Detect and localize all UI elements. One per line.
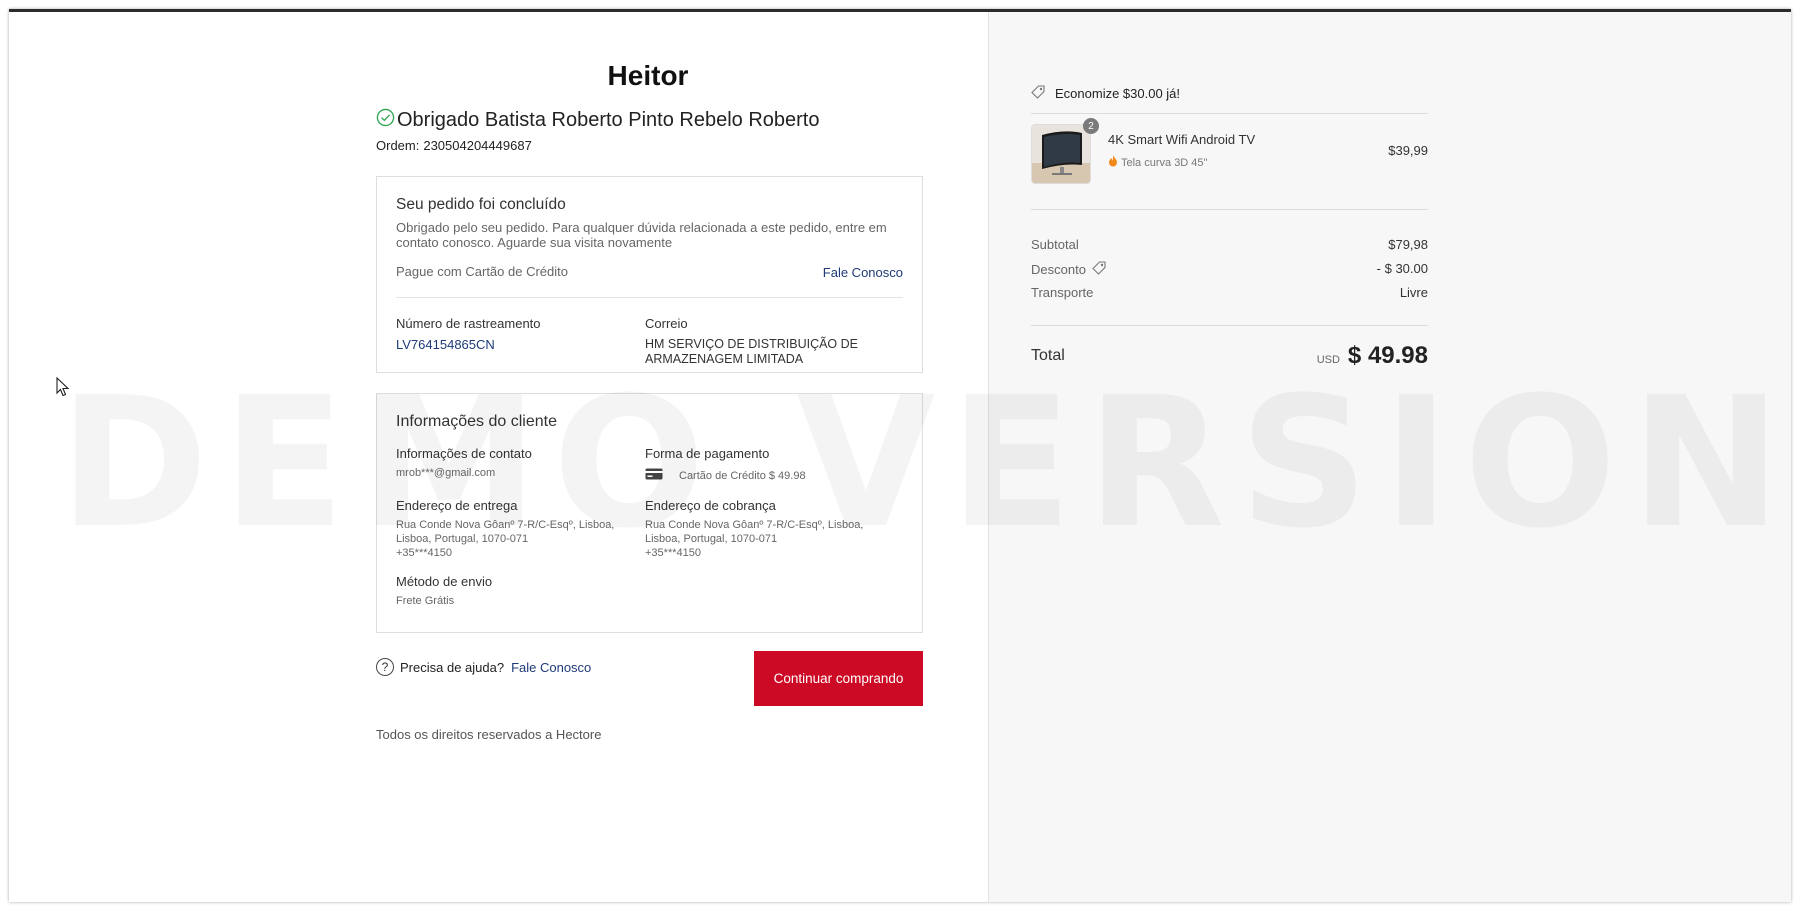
flame-icon <box>1108 155 1118 170</box>
total-currency: USD <box>1316 354 1340 366</box>
order-summary: Economize $30.00 já! 2 4K Smart Wifi And… <box>988 12 1791 902</box>
help-contact-link[interactable]: Fale Conosco <box>511 660 591 675</box>
main-content: Heitor Obrigado Batista Roberto Pinto Re… <box>9 12 988 902</box>
shipping-method-label: Método de envio <box>396 574 493 589</box>
continue-shopping-button[interactable]: Continuar comprando <box>754 651 923 706</box>
payment-note: Pague com Cartão de Crédito <box>396 264 568 279</box>
promo-text: Economize $30.00 já! <box>1055 86 1181 101</box>
product-name: 4K Smart Wifi Android TV <box>1108 132 1256 147</box>
discount-label-group: Desconto <box>1031 261 1106 278</box>
order-status-message: Obrigado pelo seu pedido. Para qualquer … <box>396 220 887 250</box>
discount-value: - $ 30.00 <box>1376 261 1428 276</box>
carrier-label: Correio <box>645 316 688 331</box>
contact-info-label: Informações de contato <box>396 446 532 461</box>
product-variant-text: Tela curva 3D 45" <box>1121 156 1208 169</box>
discount-label: Desconto <box>1031 262 1086 277</box>
subtotal-row: Subtotal $79,98 <box>1031 237 1428 252</box>
order-status-title: Seu pedido foi concluído <box>396 196 566 213</box>
carrier-name: HM SERVIÇO DE DISTRIBUIÇÃO DE ARMAZENAGE… <box>645 337 858 366</box>
contact-link[interactable]: Fale Conosco <box>823 265 903 280</box>
divider <box>396 297 903 298</box>
help-circle-icon: ? <box>376 658 394 676</box>
payment-method-label: Forma de pagamento <box>645 446 770 461</box>
thank-you-text: Obrigado Batista Roberto Pinto Rebelo Ro… <box>397 108 820 131</box>
tag-icon <box>1092 261 1106 278</box>
tag-icon <box>1031 85 1045 102</box>
order-value: 230504204449687 <box>423 138 532 153</box>
payment-method-value: Cartão de Crédito $ 49.98 <box>679 470 806 482</box>
customer-info-title: Informações do cliente <box>396 413 557 430</box>
thank-you-heading: Obrigado Batista Roberto Pinto Rebelo Ro… <box>376 108 819 132</box>
browser-frame: Heitor Obrigado Batista Roberto Pinto Re… <box>9 9 1791 902</box>
shipping-address-line2: Lisboa, Portugal, 1070-071 <box>396 533 529 545</box>
shipping-address-line1: Rua Conde Nova Gôanº 7-R/C-Esqº, Lisboa, <box>396 519 615 531</box>
billing-address-phone: +35***4150 <box>645 547 701 559</box>
promo-banner: Economize $30.00 já! <box>1031 85 1180 102</box>
billing-address-line1: Rua Conde Nova Gôanº 7-R/C-Esqº, Lisboa, <box>645 519 864 531</box>
product-thumbnail <box>1031 124 1091 184</box>
order-number: Ordem: 230504204449687 <box>376 138 532 153</box>
payment-method: Cartão de Crédito $ 49.98 <box>645 467 806 485</box>
subtotal-label: Subtotal <box>1031 237 1079 252</box>
shipping-row: Transporte Livre <box>1031 285 1428 300</box>
shipping-value: Livre <box>1399 285 1428 300</box>
quantity-badge: 2 <box>1083 118 1099 134</box>
product-variant: Tela curva 3D 45" <box>1108 155 1207 170</box>
shipping-address-label: Endereço de entrega <box>396 498 518 513</box>
footer-copyright: Todos os direitos reservados a Hectore <box>376 727 602 742</box>
total-value: $ 49.98 <box>1347 342 1428 369</box>
divider <box>1031 113 1428 114</box>
total-amount: USD $ 49.98 <box>1317 342 1428 370</box>
order-status-card: Seu pedido foi concluído Obrigado pelo s… <box>376 176 923 373</box>
credit-card-icon <box>645 467 663 485</box>
divider <box>1031 209 1428 210</box>
shipping-method-value: Frete Grátis <box>396 595 455 607</box>
billing-address-label: Endereço de cobrança <box>645 498 776 513</box>
shipping-label: Transporte <box>1031 285 1094 300</box>
divider <box>1031 325 1428 326</box>
total-row: Total USD $ 49.98 <box>1031 342 1428 370</box>
help-text: Precisa de ajuda? <box>400 659 505 675</box>
help-section: ? Precisa de ajuda? Fale Conosco <box>376 658 591 676</box>
order-label: Ordem: <box>376 138 420 153</box>
shipping-address-value: Rua Conde Nova Gôanº 7-R/C-Esqº, Lisboa,… <box>396 518 626 560</box>
customer-info-card: Informações do cliente Informações de co… <box>376 393 923 633</box>
product-price: $39,99 <box>1388 143 1428 158</box>
tracking-number-link[interactable]: LV764154865CN <box>396 337 495 352</box>
check-circle-icon <box>376 108 395 132</box>
billing-address-value: Rua Conde Nova Gôanº 7-R/C-Esqº, Lisboa,… <box>645 518 885 560</box>
contact-info-value: mrob***@gmail.com <box>396 467 496 479</box>
total-label: Total <box>1031 347 1065 364</box>
cursor-icon <box>56 376 70 402</box>
discount-row: Desconto - $ 30.00 <box>1031 261 1428 278</box>
shipping-address-phone: +35***4150 <box>396 547 452 559</box>
billing-address-line2: Lisboa, Portugal, 1070-071 <box>645 533 778 545</box>
subtotal-value: $79,98 <box>1388 237 1428 252</box>
tracking-label: Número de rastreamento <box>396 316 541 331</box>
